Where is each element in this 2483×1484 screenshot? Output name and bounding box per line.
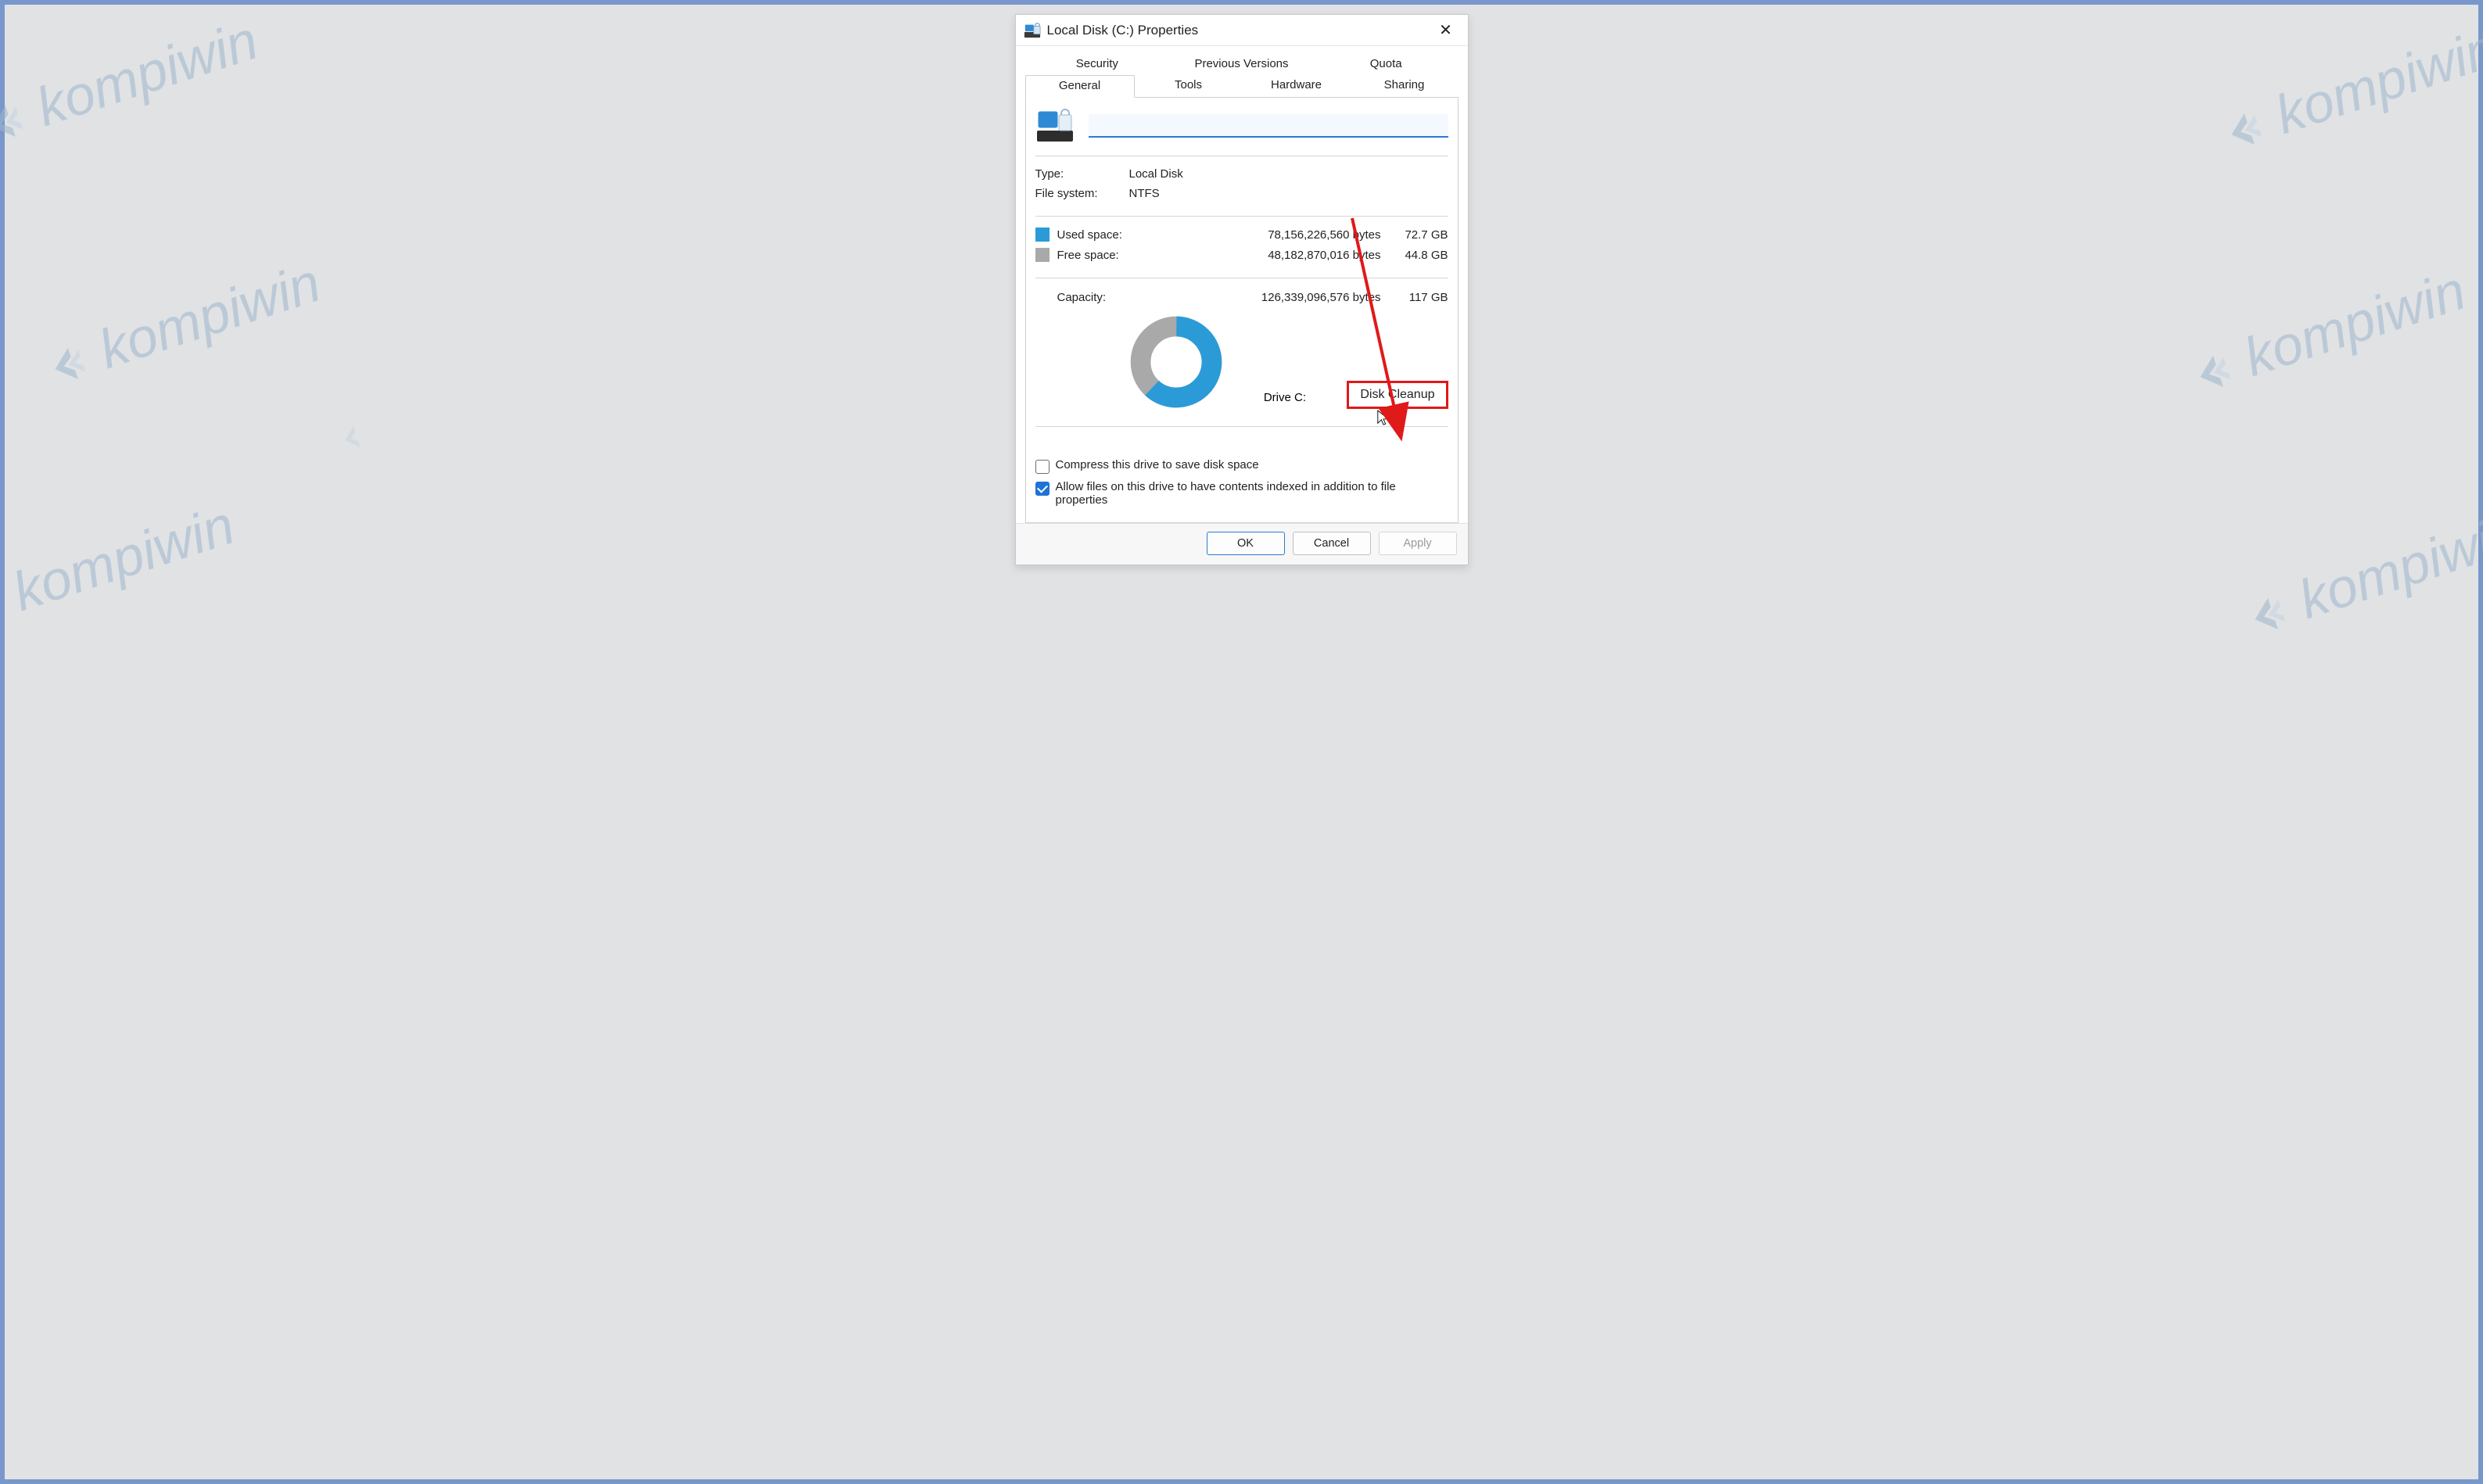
filesystem-value: NTFS	[1129, 187, 1448, 200]
free-space-label: Free space:	[1057, 249, 1143, 262]
drive-icon	[1035, 109, 1075, 143]
close-button[interactable]: ✕	[1430, 20, 1462, 40]
used-space-gb: 72.7 GB	[1394, 228, 1448, 242]
watermark: kompiwin	[2179, 259, 2473, 407]
drive-label: Drive C:	[1223, 391, 1347, 409]
used-space-swatch	[1035, 228, 1050, 242]
index-checkbox[interactable]	[1035, 482, 1050, 496]
tab-security[interactable]: Security	[1025, 54, 1170, 75]
used-space-label: Used space:	[1057, 228, 1143, 242]
free-space-bytes: 48,182,870,016 bytes	[1143, 249, 1394, 262]
tab-quota[interactable]: Quota	[1314, 54, 1459, 75]
ok-button[interactable]: OK	[1207, 532, 1285, 555]
tab-hardware[interactable]: Hardware	[1243, 75, 1351, 98]
watermark: kompiwin	[34, 251, 328, 400]
separator	[1035, 216, 1448, 217]
drive-lock-icon	[1024, 22, 1041, 39]
compress-label: Compress this drive to save disk space	[1056, 458, 1259, 471]
apply-button: Apply	[1379, 532, 1457, 555]
drive-name-input[interactable]	[1089, 114, 1448, 138]
disk-cleanup-button[interactable]: Disk Cleanup	[1347, 381, 1448, 409]
tab-previous-versions[interactable]: Previous Versions	[1169, 54, 1314, 75]
watermark: kompiwin	[2234, 501, 2483, 650]
window-title: Local Disk (C:) Properties	[1047, 23, 1430, 38]
cancel-button[interactable]: Cancel	[1293, 532, 1371, 555]
mouse-cursor-icon	[1376, 409, 1390, 428]
tab-tools[interactable]: Tools	[1135, 75, 1243, 98]
free-space-gb: 44.8 GB	[1394, 249, 1448, 262]
watermark: kompiwin	[0, 493, 242, 642]
used-space-bytes: 78,156,226,560 bytes	[1143, 228, 1394, 242]
watermark: kompiwin	[2210, 16, 2483, 165]
tab-sharing[interactable]: Sharing	[1351, 75, 1459, 98]
watermark	[329, 407, 368, 446]
properties-dialog: Local Disk (C:) Properties ✕ Security Pr…	[1015, 14, 1469, 565]
usage-donut-chart	[1129, 315, 1223, 409]
compress-checkbox[interactable]	[1035, 460, 1050, 474]
capacity-gb: 117 GB	[1394, 291, 1448, 304]
tab-general[interactable]: General	[1025, 75, 1135, 98]
type-value: Local Disk	[1129, 167, 1448, 181]
filesystem-label: File system:	[1035, 187, 1129, 200]
free-space-swatch	[1035, 248, 1050, 262]
capacity-label: Capacity:	[1035, 291, 1143, 304]
watermark: kompiwin	[0, 9, 265, 157]
capacity-bytes: 126,339,096,576 bytes	[1143, 291, 1394, 304]
index-label: Allow files on this drive to have conten…	[1056, 480, 1448, 507]
type-label: Type:	[1035, 167, 1129, 181]
